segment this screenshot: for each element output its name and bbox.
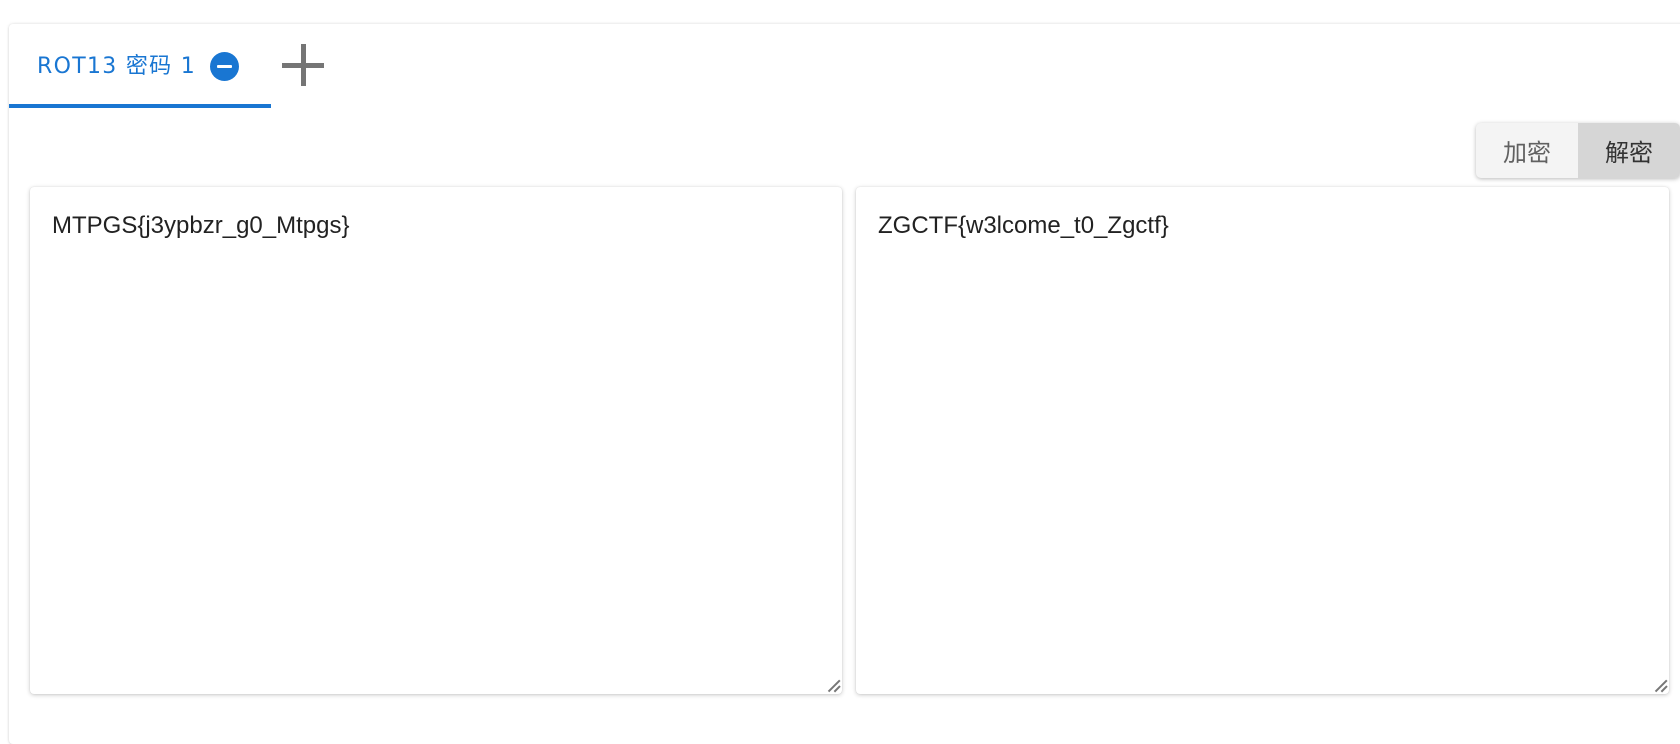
cipher-card: ROT13 密码 1 加密 解密 MTPGS{j3ypbzr_g0_Mtpgs}… [9,24,1680,744]
output-textarea[interactable]: ZGCTF{w3lcome_t0_Zgctf} [856,187,1669,694]
decrypt-button[interactable]: 解密 [1578,123,1680,178]
tab-label: ROT13 密码 1 [37,54,197,79]
input-panel: MTPGS{j3ypbzr_g0_Mtpgs} [30,187,842,694]
mode-toggle-group: 加密 解密 [1476,123,1680,178]
resize-handle[interactable] [826,678,840,692]
encrypt-button[interactable]: 加密 [1476,123,1578,178]
input-textarea[interactable]: MTPGS{j3ypbzr_g0_Mtpgs} [30,187,842,694]
output-panel: ZGCTF{w3lcome_t0_Zgctf} [856,187,1669,694]
tab-rot13-1[interactable]: ROT13 密码 1 [9,24,271,108]
resize-handle[interactable] [1653,678,1667,692]
plus-icon[interactable] [280,41,328,89]
minus-circle-icon[interactable] [210,52,239,81]
